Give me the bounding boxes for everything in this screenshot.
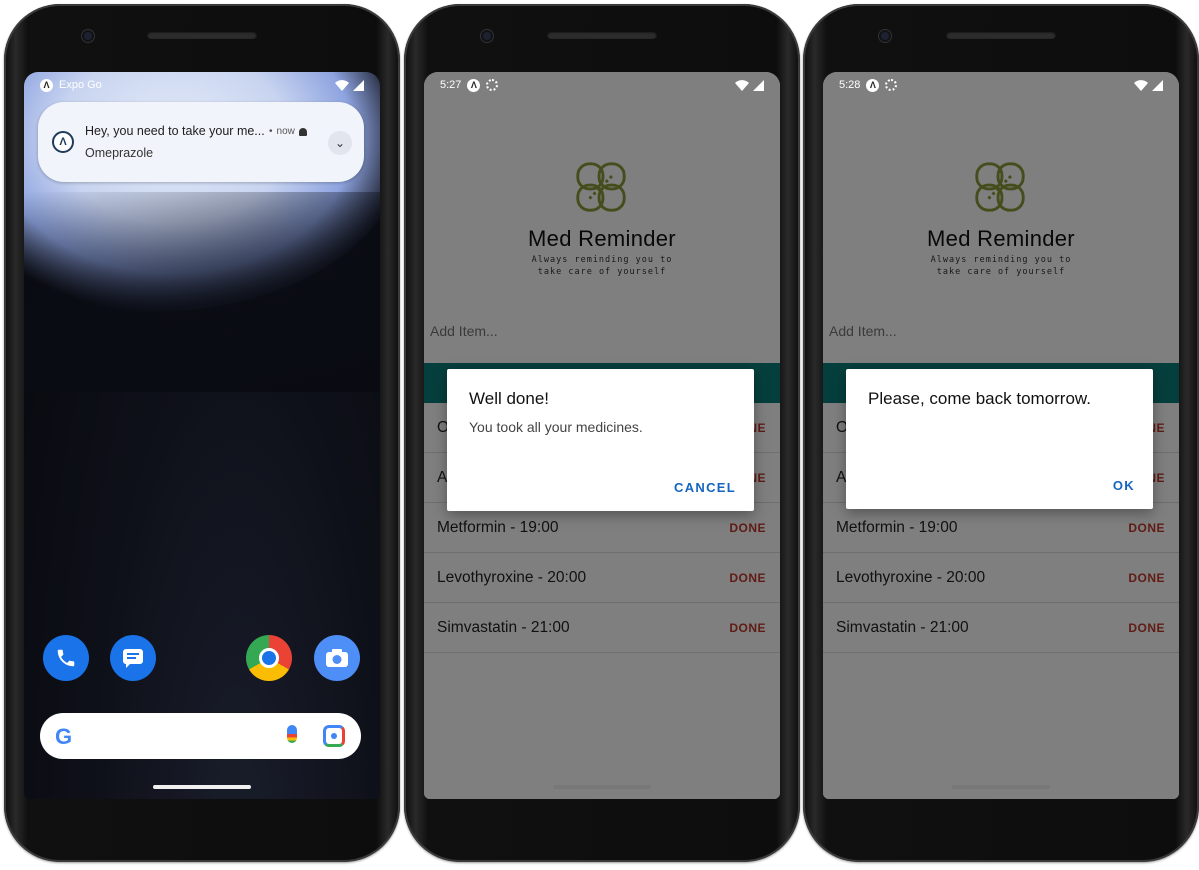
dialog-message: You took all your medicines. — [469, 419, 643, 435]
chevron-down-icon[interactable]: ⌄ — [328, 131, 352, 155]
expo-icon: Λ — [866, 78, 880, 92]
front-camera — [82, 30, 94, 42]
notification-time: now — [276, 126, 295, 137]
phone-frame-well-done: Med Reminder Always reminding you to tak… — [404, 4, 800, 862]
med-reminder-screen: Med Reminder Always reminding you to tak… — [823, 72, 1179, 799]
gesture-home-bar[interactable] — [153, 785, 251, 789]
phone-frame-home: Λ Expo Go Λ Hey, you need to take your m… — [4, 4, 400, 862]
status-bar: 5:28 Λ — [823, 72, 1179, 98]
earpiece-speaker — [946, 31, 1056, 39]
earpiece-speaker — [147, 31, 257, 39]
cancel-button[interactable]: CANCEL — [674, 480, 736, 495]
wifi-icon — [735, 79, 749, 91]
dialog-message: Please, come back tomorrow. — [868, 389, 1091, 408]
wifi-icon — [335, 79, 349, 91]
status-time: 5:27 — [440, 79, 462, 91]
notification-body: Omeprazole — [85, 146, 154, 160]
chrome-app-button[interactable] — [246, 635, 292, 681]
messages-app-button[interactable] — [110, 635, 156, 681]
phone-app-button[interactable] — [43, 635, 89, 681]
notification-title: Hey, you need to take your me... — [85, 124, 265, 138]
alert-dialog: Please, come back tomorrow. OK — [846, 369, 1153, 509]
front-camera — [481, 30, 493, 42]
status-app-name: Expo Go — [59, 79, 102, 91]
alert-dialog: Well done! You took all your medicines. … — [447, 369, 754, 511]
camera-app-button[interactable] — [314, 635, 360, 681]
bell-icon — [298, 127, 307, 136]
microphone-icon[interactable] — [287, 725, 297, 743]
dialog-title: Well done! — [469, 389, 550, 408]
gear-icon — [885, 79, 898, 91]
earpiece-speaker — [547, 31, 657, 39]
wallpaper-shade — [24, 192, 380, 392]
lens-icon[interactable] — [323, 725, 345, 747]
camera-icon — [326, 649, 348, 667]
signal-icon — [1152, 79, 1163, 91]
status-bar: Λ Expo Go — [24, 72, 380, 98]
status-time: 5:28 — [839, 79, 861, 91]
messages-icon — [123, 649, 143, 668]
expo-icon: Λ — [467, 78, 481, 92]
screenshot-stage: Λ Expo Go Λ Hey, you need to take your m… — [0, 0, 1199, 870]
app-dock — [24, 635, 380, 685]
google-search-bar[interactable]: G — [40, 713, 361, 759]
phone-icon — [57, 649, 75, 667]
expo-app-icon: Λ — [52, 131, 74, 153]
notification-card[interactable]: Λ Hey, you need to take your me... • now… — [38, 102, 364, 182]
notification-meta: • now — [269, 126, 307, 137]
med-reminder-screen: Med Reminder Always reminding you to tak… — [424, 72, 780, 799]
gear-icon — [486, 79, 499, 91]
phone-frame-come-back: Med Reminder Always reminding you to tak… — [803, 4, 1199, 862]
ok-button[interactable]: OK — [1113, 478, 1135, 493]
expo-icon: Λ — [40, 78, 53, 92]
chrome-icon — [259, 648, 279, 668]
front-camera — [879, 30, 891, 42]
signal-icon — [353, 79, 364, 91]
signal-icon — [753, 79, 764, 91]
wifi-icon — [1134, 79, 1148, 91]
google-logo-icon: G — [55, 724, 73, 749]
home-screen: Λ Expo Go Λ Hey, you need to take your m… — [24, 72, 380, 799]
status-bar: 5:27 Λ — [424, 72, 780, 98]
